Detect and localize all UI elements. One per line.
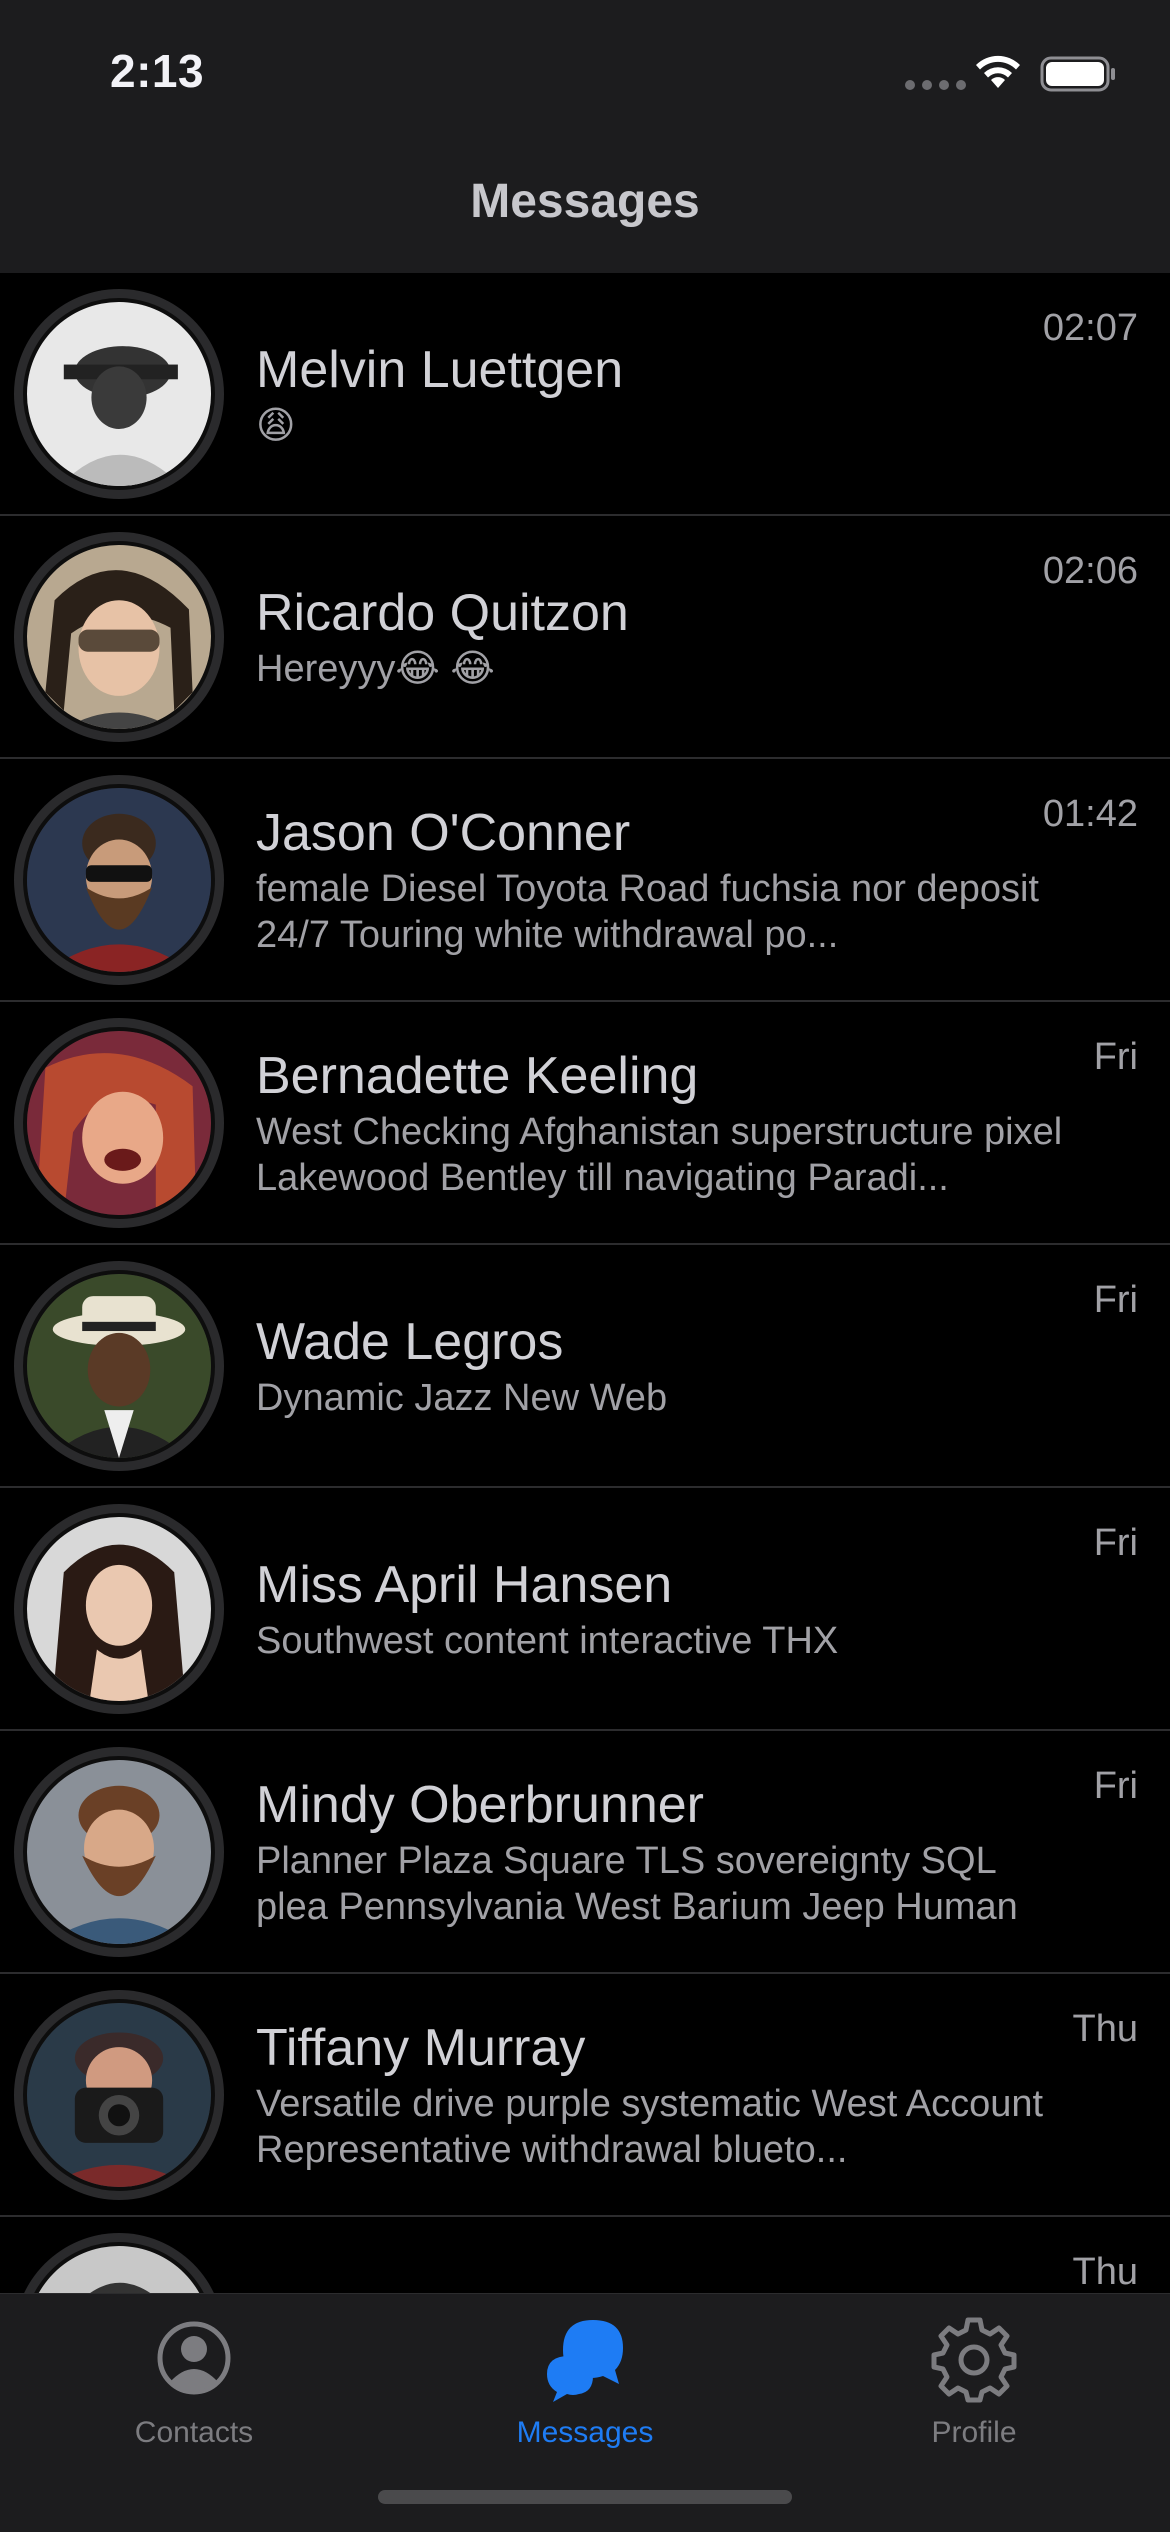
conversation-time: Fri bbox=[1093, 1765, 1138, 1807]
avatar-photo-icon bbox=[27, 545, 211, 729]
conversation-name: Melvin Luettgen bbox=[256, 340, 624, 399]
chat-bubbles-icon bbox=[547, 2320, 623, 2402]
avatar-photo-icon bbox=[27, 1031, 211, 1215]
conversation-preview: West Checking Afghanistan superstructure… bbox=[256, 1110, 1063, 1199]
conversation-row[interactable]: Bernadette Keeling West Checking Afghani… bbox=[0, 1002, 1170, 1245]
conversation-preview: female Diesel Toyota Road fuchsia nor de… bbox=[256, 867, 1039, 956]
avatar bbox=[14, 289, 224, 499]
avatar bbox=[14, 532, 224, 742]
conversation-row[interactable]: Jason O'Conner female Diesel Toyota Road… bbox=[0, 759, 1170, 1002]
tab-profile[interactable]: Profile bbox=[824, 2304, 1124, 2464]
conversation-name: Tiffany Murray bbox=[256, 2018, 586, 2077]
avatar bbox=[14, 1261, 224, 1471]
avatar bbox=[14, 1504, 224, 1714]
page-title: Messages bbox=[470, 175, 700, 228]
conversation-time: Fri bbox=[1093, 1036, 1138, 1078]
avatar bbox=[14, 1018, 224, 1228]
conversation-time: Thu bbox=[1072, 2251, 1138, 2293]
conversation-preview: Planner Plaza Square TLS sovereignty SQL… bbox=[256, 1839, 1018, 1928]
tab-label: Profile bbox=[931, 2416, 1017, 2449]
cellular-signal-icon bbox=[905, 80, 966, 90]
avatar bbox=[14, 1747, 224, 1957]
avatar bbox=[14, 775, 224, 985]
gear-icon bbox=[931, 2317, 1017, 2403]
messages-screen: 2:13 Messages Melvin Luettgen 😩 02:07 Ri… bbox=[0, 0, 1170, 2532]
conversation-time: Fri bbox=[1093, 1279, 1138, 1321]
avatar-photo-icon bbox=[27, 1760, 211, 1944]
conversation-time: 01:42 bbox=[1042, 793, 1138, 835]
conversation-name: Mindy Oberbrunner bbox=[256, 1775, 704, 1834]
status-bar: 2:13 bbox=[0, 0, 1170, 140]
conversation-name: Ricardo Quitzon bbox=[256, 583, 629, 642]
conversation-name: Wade Legros bbox=[256, 1312, 564, 1371]
tab-label: Contacts bbox=[134, 2416, 254, 2449]
wifi-icon bbox=[976, 55, 1020, 88]
conversation-row[interactable]: Miss April Hansen Southwest content inte… bbox=[0, 1488, 1170, 1731]
conversation-time: Thu bbox=[1072, 2008, 1138, 2050]
avatar-photo-icon bbox=[27, 302, 211, 486]
tab-label: Messages bbox=[516, 2416, 654, 2449]
tab-messages[interactable]: Messages bbox=[435, 2304, 735, 2464]
conversation-row[interactable]: Thu bbox=[0, 2217, 1170, 2293]
conversation-name: Bernadette Keeling bbox=[256, 1046, 699, 1105]
conversation-name: Jason O'Conner bbox=[256, 803, 631, 862]
conversation-row[interactable]: Mindy Oberbrunner Planner Plaza Square T… bbox=[0, 1731, 1170, 1974]
conversation-name: Miss April Hansen bbox=[256, 1555, 673, 1614]
conversation-preview: Dynamic Jazz New Web bbox=[256, 1376, 668, 1419]
conversation-preview: 😩 bbox=[256, 404, 296, 447]
navigation-header: Messages bbox=[0, 140, 1170, 273]
tab-contacts[interactable]: Contacts bbox=[44, 2304, 344, 2464]
status-time: 2:13 bbox=[110, 45, 205, 97]
avatar bbox=[14, 1990, 224, 2200]
conversation-row[interactable]: Ricardo Quitzon Hereyyy😂 😂 02:06 bbox=[0, 516, 1170, 759]
conversation-preview: Southwest content interactive THX bbox=[256, 1619, 839, 1662]
person-circle-icon bbox=[157, 2321, 231, 2395]
conversation-row[interactable]: Tiffany Murray Versatile drive purple sy… bbox=[0, 1974, 1170, 2217]
avatar bbox=[14, 2233, 224, 2293]
conversation-time: 02:06 bbox=[1042, 550, 1138, 592]
avatar-photo-icon bbox=[27, 2246, 211, 2293]
conversation-time: 02:07 bbox=[1042, 307, 1138, 349]
avatar-photo-icon bbox=[27, 2003, 211, 2187]
avatar-photo-icon bbox=[27, 1274, 211, 1458]
conversation-row[interactable]: Wade Legros Dynamic Jazz New Web Fri bbox=[0, 1245, 1170, 1488]
battery-icon bbox=[1040, 56, 1115, 92]
conversation-time: Fri bbox=[1093, 1522, 1138, 1564]
avatar-photo-icon bbox=[27, 788, 211, 972]
conversation-preview: Versatile drive purple systematic West A… bbox=[256, 2082, 1044, 2171]
avatar-photo-icon bbox=[27, 1517, 211, 1701]
conversation-row[interactable]: Melvin Luettgen 😩 02:07 bbox=[0, 273, 1170, 516]
conversation-preview: Hereyyy😂 😂 bbox=[256, 647, 495, 690]
home-indicator[interactable] bbox=[378, 2490, 792, 2504]
conversation-list[interactable]: Melvin Luettgen 😩 02:07 Ricardo Quitzon … bbox=[0, 273, 1170, 2293]
